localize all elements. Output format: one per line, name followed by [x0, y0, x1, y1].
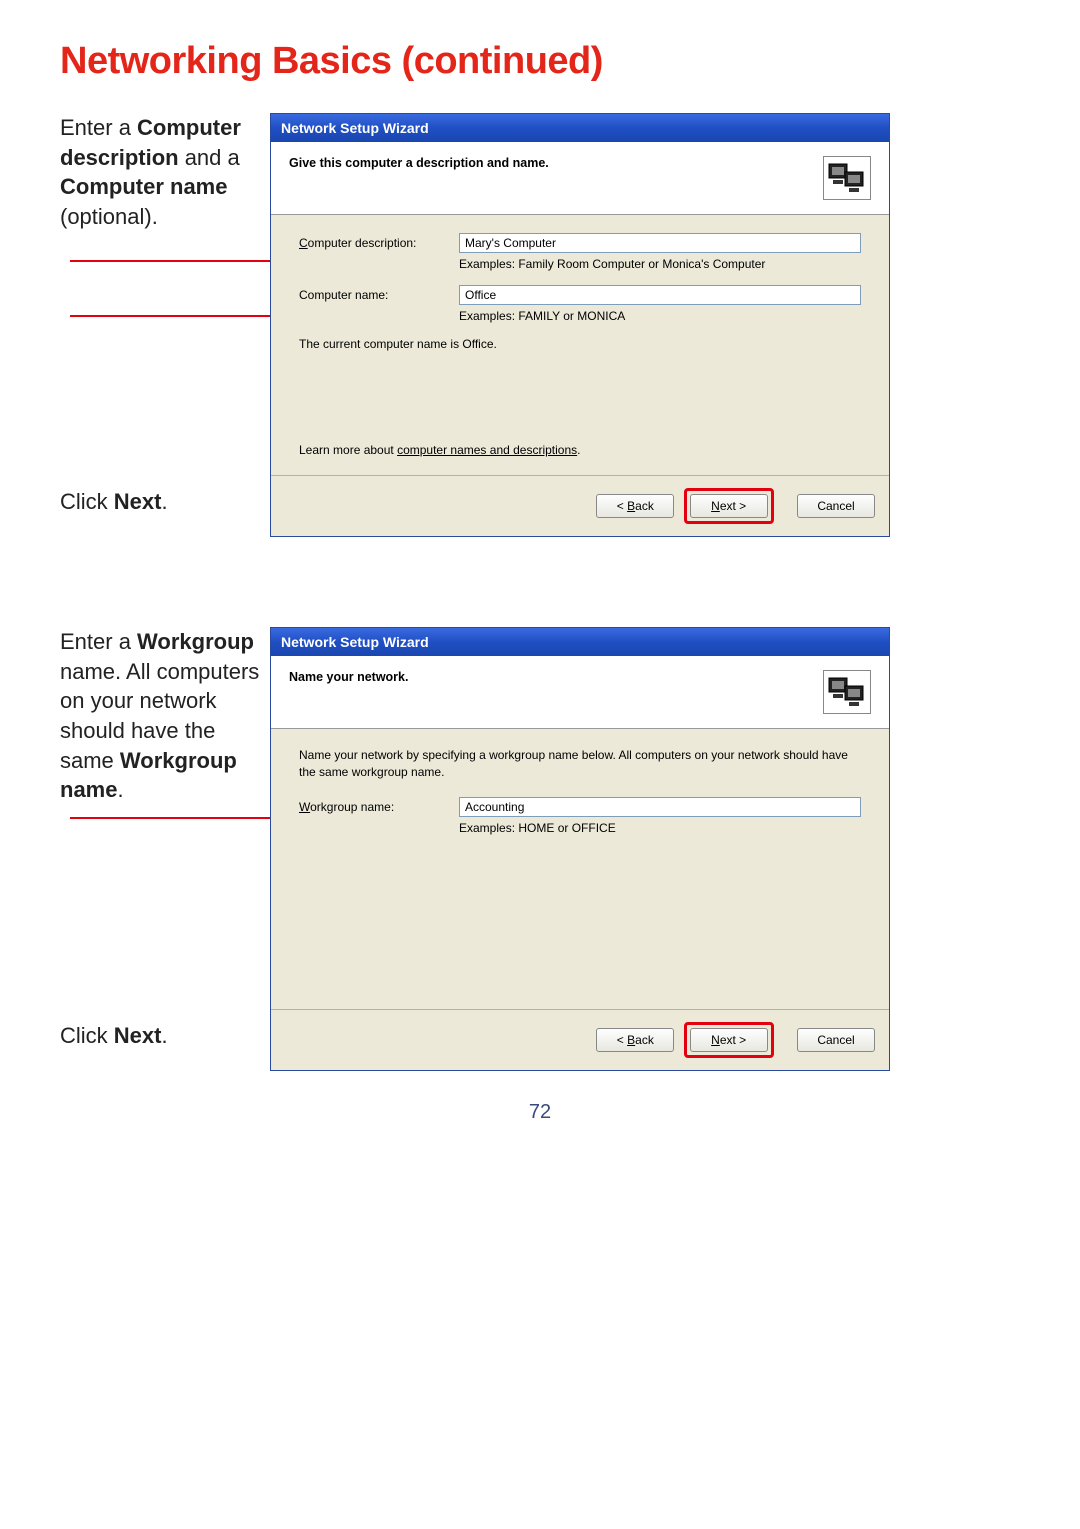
- wizard-dialog-2: Network Setup Wizard Name your network. …: [270, 627, 890, 1071]
- computer-description-input[interactable]: [459, 233, 861, 253]
- computer-name-hint: Examples: FAMILY or MONICA: [459, 309, 861, 323]
- computers-icon: [823, 156, 871, 200]
- dialog-button-row: < Back Next > Cancel: [271, 1009, 889, 1070]
- dialog-body: Computer description: Examples: Family R…: [271, 215, 889, 475]
- computers-icon: [823, 670, 871, 714]
- back-button[interactable]: < Back: [596, 1028, 674, 1052]
- next-button[interactable]: Next >: [690, 1028, 768, 1052]
- next-button-highlight: Next >: [684, 488, 774, 524]
- section-workgroup: Enter a Workgroup name. All computers on…: [60, 627, 1020, 1071]
- page-number: 72: [60, 1101, 1020, 1124]
- workgroup-input[interactable]: [459, 797, 861, 817]
- dialog-titlebar: Network Setup Wizard: [271, 114, 889, 142]
- page-title: Networking Basics (continued): [60, 40, 1020, 83]
- computer-description-label: Computer description:: [299, 236, 459, 250]
- learn-more-link[interactable]: computer names and descriptions: [397, 443, 577, 457]
- cancel-button[interactable]: Cancel: [797, 494, 875, 518]
- text: Enter a: [60, 115, 137, 140]
- click-next-text-1: Click Next.: [60, 489, 168, 515]
- next-button-highlight: Next >: [684, 1022, 774, 1058]
- dialog-header-text: Name your network.: [289, 670, 408, 684]
- computer-name-label: Computer name:: [299, 288, 459, 302]
- section-computer-name: Enter a Computer description and a Compu…: [60, 113, 1020, 537]
- dialog-header-text: Give this computer a description and nam…: [289, 156, 549, 170]
- text: and a: [179, 145, 240, 170]
- dialog-header: Name your network.: [271, 656, 889, 729]
- dialog-button-row: < Back Next > Cancel: [271, 475, 889, 536]
- dialog-body: Name your network by specifying a workgr…: [271, 729, 889, 1009]
- text-bold: Computer name: [60, 174, 227, 199]
- back-button[interactable]: < Back: [596, 494, 674, 518]
- text: .: [117, 777, 123, 802]
- instruction-text-1: Enter a Computer description and a Compu…: [60, 113, 270, 232]
- wizard-dialog-1: Network Setup Wizard Give this computer …: [270, 113, 890, 537]
- learn-more-text: Learn more about computer names and desc…: [299, 443, 581, 457]
- dialog-titlebar: Network Setup Wizard: [271, 628, 889, 656]
- next-button[interactable]: Next >: [690, 494, 768, 518]
- computer-description-hint: Examples: Family Room Computer or Monica…: [459, 257, 861, 271]
- computer-name-input[interactable]: [459, 285, 861, 305]
- cancel-button[interactable]: Cancel: [797, 1028, 875, 1052]
- click-next-text-2: Click Next.: [60, 1023, 168, 1049]
- current-name-text: The current computer name is Office.: [299, 337, 861, 351]
- instruction-text-2: Enter a Workgroup name. All computers on…: [60, 627, 270, 805]
- workgroup-hint: Examples: HOME or OFFICE: [459, 821, 861, 835]
- intro-text: Name your network by specifying a workgr…: [299, 747, 861, 781]
- dialog-header: Give this computer a description and nam…: [271, 142, 889, 215]
- workgroup-label: Workgroup name:: [299, 800, 459, 814]
- text: Enter a: [60, 629, 137, 654]
- text: (optional).: [60, 204, 158, 229]
- text-bold: Workgroup: [137, 629, 254, 654]
